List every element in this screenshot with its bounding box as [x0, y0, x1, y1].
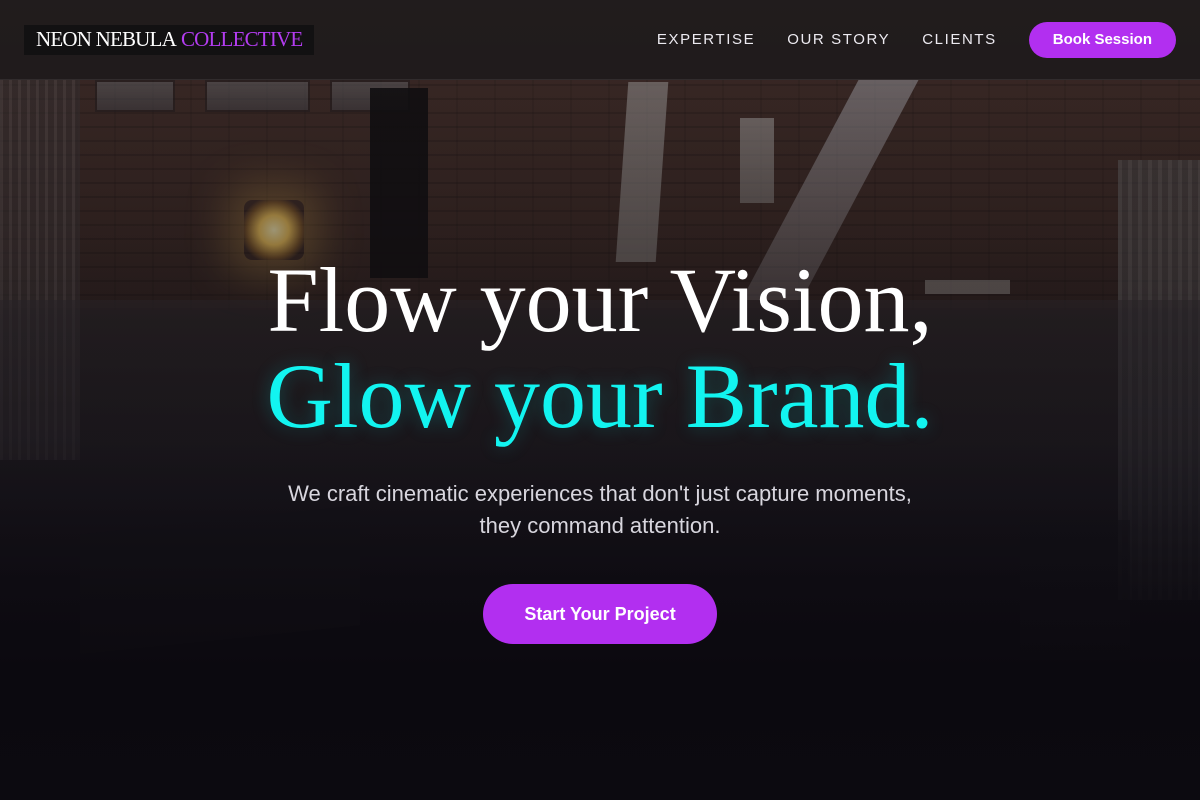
nav-link-expertise[interactable]: EXPERTISE	[657, 31, 755, 48]
brand-name-accent: COLLECTIVE	[180, 27, 303, 51]
nav-link-clients[interactable]: CLIENTS	[922, 31, 997, 48]
top-nav: NEON NEBULA COLLECTIVE EXPERTISE OUR STO…	[0, 0, 1200, 80]
brand-name-primary: NEON NEBULA	[36, 27, 177, 51]
nav-link-our-story[interactable]: OUR STORY	[787, 31, 890, 48]
hero-headline-line1: Flow your Vision,	[267, 249, 933, 351]
start-project-button[interactable]: Start Your Project	[483, 584, 717, 644]
hero-section: Flow your Vision, Glow your Brand. We cr…	[0, 252, 1200, 644]
nav-menu: EXPERTISE OUR STORY CLIENTS Book Session	[657, 21, 1176, 58]
book-session-button[interactable]: Book Session	[1028, 21, 1176, 58]
hero-subheadline: We craft cinematic experiences that don'…	[288, 481, 912, 538]
brand-logo[interactable]: NEON NEBULA COLLECTIVE	[24, 24, 315, 55]
hero-headline-line2: Glow your Brand.	[266, 345, 934, 447]
